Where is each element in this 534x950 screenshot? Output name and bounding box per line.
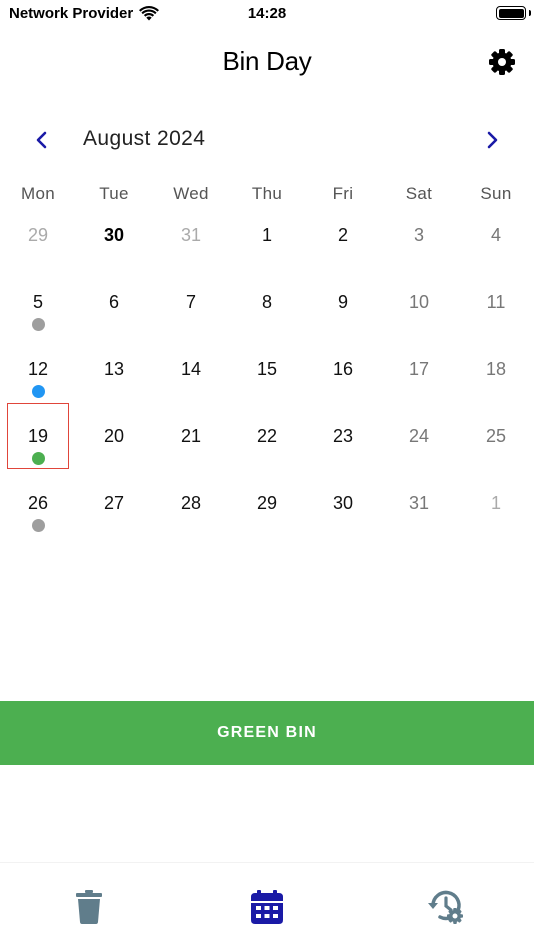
day-number: 1 bbox=[261, 225, 272, 245]
day-number: 14 bbox=[180, 359, 202, 379]
day-number: 12 bbox=[27, 359, 49, 379]
tab-calendar[interactable] bbox=[245, 885, 289, 929]
day-number: 22 bbox=[256, 426, 278, 446]
chevron-left-icon bbox=[36, 131, 47, 149]
gear-icon bbox=[489, 49, 515, 75]
calendar-day[interactable]: 16 bbox=[305, 334, 381, 401]
calendar-day[interactable]: 14 bbox=[153, 334, 229, 401]
day-number: 13 bbox=[103, 359, 125, 379]
day-number: 27 bbox=[103, 493, 125, 513]
day-number: 4 bbox=[490, 225, 501, 245]
calendar-day[interactable]: 8 bbox=[229, 267, 305, 334]
calendar-day[interactable]: 2 bbox=[305, 200, 381, 267]
tab-bar bbox=[0, 862, 534, 950]
calendar-day[interactable]: 21 bbox=[153, 401, 229, 468]
calendar-day[interactable]: 18 bbox=[458, 334, 534, 401]
battery-icon bbox=[496, 6, 526, 20]
bin-collection-dot bbox=[32, 452, 45, 465]
calendar-day[interactable]: 6 bbox=[76, 267, 152, 334]
bin-type-banner[interactable]: GREEN BIN bbox=[0, 701, 534, 765]
month-label: August 2024 bbox=[83, 127, 206, 150]
calendar-day[interactable]: 26 bbox=[0, 468, 76, 535]
calendar-day[interactable]: 9 bbox=[305, 267, 381, 334]
calendar-day[interactable]: 29 bbox=[229, 468, 305, 535]
history-settings-icon bbox=[428, 890, 463, 924]
calendar-day[interactable]: 13 bbox=[76, 334, 152, 401]
calendar-icon bbox=[251, 890, 283, 924]
next-month-button[interactable] bbox=[480, 126, 504, 154]
calendar-day[interactable]: 17 bbox=[381, 334, 457, 401]
settings-button[interactable] bbox=[488, 48, 516, 76]
calendar-day[interactable]: 15 bbox=[229, 334, 305, 401]
trash-icon bbox=[76, 890, 102, 924]
day-number: 16 bbox=[332, 359, 354, 379]
prev-month-button[interactable] bbox=[30, 126, 54, 154]
calendar-day[interactable]: 22 bbox=[229, 401, 305, 468]
calendar-day[interactable]: 30 bbox=[305, 468, 381, 535]
day-number: 21 bbox=[180, 426, 202, 446]
day-number: 1 bbox=[490, 493, 501, 513]
day-number: 29 bbox=[27, 225, 49, 245]
day-number: 25 bbox=[485, 426, 507, 446]
day-number: 15 bbox=[256, 359, 278, 379]
page-title: Bin Day bbox=[222, 46, 312, 76]
day-number: 9 bbox=[337, 292, 348, 312]
day-number: 18 bbox=[485, 359, 507, 379]
day-number: 2 bbox=[337, 225, 348, 245]
calendar-day[interactable]: 23 bbox=[305, 401, 381, 468]
day-number: 29 bbox=[256, 493, 278, 513]
day-number: 3 bbox=[413, 225, 424, 245]
tab-history-settings[interactable] bbox=[424, 885, 468, 929]
bin-collection-dot bbox=[32, 318, 45, 331]
day-number: 11 bbox=[486, 292, 506, 312]
day-number: 26 bbox=[27, 493, 49, 513]
calendar-day[interactable]: 29 bbox=[0, 200, 76, 267]
bin-collection-dot bbox=[32, 519, 45, 532]
day-number: 19 bbox=[27, 426, 49, 446]
tab-bins[interactable] bbox=[67, 885, 111, 929]
calendar-day[interactable]: 28 bbox=[153, 468, 229, 535]
day-number: 30 bbox=[103, 225, 125, 245]
day-number: 8 bbox=[261, 292, 272, 312]
day-number: 28 bbox=[180, 493, 202, 513]
day-number: 31 bbox=[180, 225, 202, 245]
chevron-right-icon bbox=[487, 131, 498, 149]
day-number: 10 bbox=[408, 292, 430, 312]
calendar-day[interactable]: 25 bbox=[458, 401, 534, 468]
calendar-day[interactable]: 1 bbox=[229, 200, 305, 267]
calendar-day[interactable]: 27 bbox=[76, 468, 152, 535]
day-number: 20 bbox=[103, 426, 125, 446]
bin-collection-dot bbox=[32, 385, 45, 398]
day-number: 24 bbox=[408, 426, 430, 446]
calendar-day[interactable]: 19 bbox=[0, 401, 76, 468]
calendar-day[interactable]: 5 bbox=[0, 267, 76, 334]
day-number: 31 bbox=[408, 493, 430, 513]
calendar-day[interactable]: 24 bbox=[381, 401, 457, 468]
calendar-day[interactable]: 4 bbox=[458, 200, 534, 267]
calendar-day[interactable]: 30 bbox=[76, 200, 152, 267]
calendar-day[interactable]: 31 bbox=[381, 468, 457, 535]
day-number: 7 bbox=[185, 292, 196, 312]
calendar-day[interactable]: 20 bbox=[76, 401, 152, 468]
calendar-day[interactable]: 1 bbox=[458, 468, 534, 535]
status-time: 14:28 bbox=[247, 5, 287, 22]
bin-type-label: GREEN BIN bbox=[217, 724, 317, 741]
calendar-day[interactable]: 11 bbox=[458, 267, 534, 334]
day-number: 17 bbox=[408, 359, 430, 379]
calendar-day[interactable]: 3 bbox=[381, 200, 457, 267]
calendar-day[interactable]: 7 bbox=[153, 267, 229, 334]
calendar-grid: 29 30 31 1 2 3 4 5 6 7 8 9 10 11 12 13 14 15 16 17 18 19 20 21 2… bbox=[0, 200, 534, 540]
calendar-day[interactable]: 10 bbox=[381, 267, 457, 334]
day-number: 30 bbox=[332, 493, 354, 513]
calendar-day[interactable]: 31 bbox=[153, 200, 229, 267]
day-number: 6 bbox=[108, 292, 119, 312]
day-number: 23 bbox=[332, 426, 354, 446]
status-bar: Network Provider 14:28 bbox=[0, 0, 534, 28]
day-number: 5 bbox=[32, 292, 43, 312]
calendar-day[interactable]: 12 bbox=[0, 334, 76, 401]
